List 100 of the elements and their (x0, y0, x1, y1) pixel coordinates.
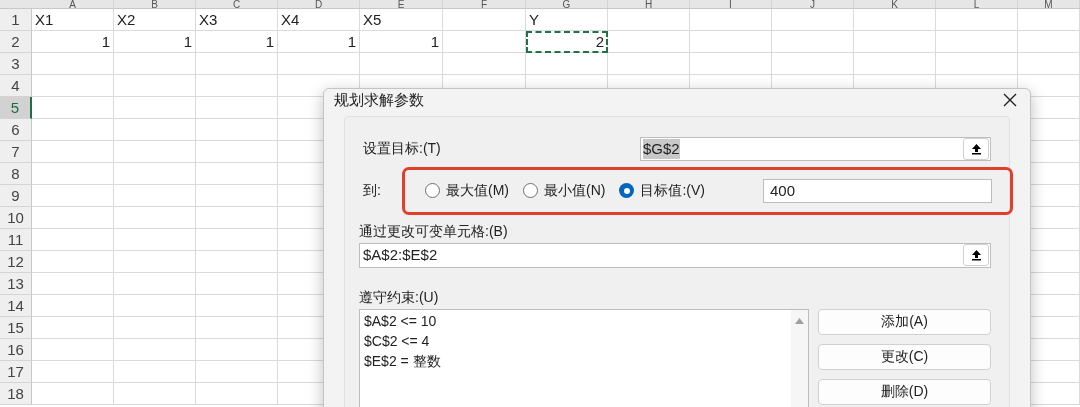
sheet-cell[interactable] (114, 229, 196, 251)
sheet-cell[interactable]: 2 (526, 31, 608, 53)
sheet-cell[interactable]: Y (526, 9, 608, 31)
sheet-cell[interactable] (114, 185, 196, 207)
sheet-cell[interactable]: X5 (360, 9, 443, 31)
constraints-list[interactable]: $A$2 <= 10 $C$2 <= 4 $E$2 = 整数 (359, 308, 809, 407)
sheet-cell[interactable]: 1 (32, 31, 114, 53)
sheet-cell[interactable] (32, 295, 114, 317)
sheet-cell[interactable] (772, 53, 854, 75)
target-value-field[interactable]: 400 (763, 178, 992, 203)
sheet-cell[interactable] (114, 163, 196, 185)
sheet-cell[interactable] (196, 273, 278, 295)
column-header[interactable]: F (443, 0, 526, 8)
sheet-cell[interactable]: 1 (196, 31, 278, 53)
row-header[interactable]: 18 (0, 383, 32, 405)
collapse-button[interactable] (963, 137, 989, 160)
sheet-cell[interactable] (196, 251, 278, 273)
row-header[interactable]: 16 (0, 339, 32, 361)
constraint-item[interactable]: $E$2 = 整数 (364, 350, 791, 371)
sheet-cell[interactable] (114, 317, 196, 339)
sheet-cell[interactable] (32, 229, 114, 251)
sheet-cell[interactable]: X3 (196, 9, 278, 31)
sheet-cell[interactable] (690, 53, 772, 75)
sheet-cell[interactable] (443, 31, 526, 53)
row-header[interactable]: 12 (0, 251, 32, 273)
column-header[interactable]: A (32, 0, 114, 8)
sheet-cell[interactable] (114, 383, 196, 405)
sheet-cell[interactable] (114, 273, 196, 295)
sheet-cell[interactable]: X4 (278, 9, 360, 31)
sheet-cell[interactable] (32, 119, 114, 141)
column-header[interactable]: J (772, 0, 854, 8)
row-header[interactable]: 11 (0, 229, 32, 251)
sheet-cell[interactable] (854, 31, 936, 53)
collapse-button[interactable] (963, 244, 989, 266)
sheet-cell[interactable] (32, 185, 114, 207)
sheet-cell[interactable] (32, 383, 114, 405)
sheet-cell[interactable] (196, 207, 278, 229)
sheet-cell[interactable] (196, 75, 278, 97)
row-header[interactable]: 8 (0, 163, 32, 185)
sheet-cell[interactable] (608, 9, 690, 31)
sheet-cell[interactable] (32, 361, 114, 383)
sheet-cell[interactable] (196, 119, 278, 141)
sheet-cell[interactable] (1018, 53, 1080, 75)
sheet-cell[interactable] (854, 53, 936, 75)
sheet-cell[interactable] (690, 31, 772, 53)
sheet-cell[interactable] (278, 53, 360, 75)
sheet-cell[interactable] (32, 273, 114, 295)
row-header[interactable]: 2 (0, 31, 32, 53)
sheet-cell[interactable] (854, 9, 936, 31)
sheet-cell[interactable] (936, 31, 1018, 53)
sheet-cell[interactable] (114, 339, 196, 361)
sheet-cell[interactable] (32, 141, 114, 163)
sheet-cell[interactable] (114, 361, 196, 383)
action-button[interactable]: 删除(D) (818, 378, 991, 405)
sheet-cell[interactable] (196, 361, 278, 383)
sheet-cell[interactable] (32, 317, 114, 339)
row-header[interactable]: 6 (0, 119, 32, 141)
sheet-cell[interactable] (114, 251, 196, 273)
column-header[interactable]: D (278, 0, 360, 8)
sheet-cell[interactable] (936, 9, 1018, 31)
column-header[interactable]: B (114, 0, 196, 8)
sheet-cell[interactable]: 1 (278, 31, 360, 53)
sheet-cell[interactable] (32, 53, 114, 75)
row-header[interactable]: 17 (0, 361, 32, 383)
sheet-cell[interactable] (196, 229, 278, 251)
sheet-cell[interactable] (526, 53, 608, 75)
row-header[interactable]: 10 (0, 207, 32, 229)
sheet-cell[interactable] (360, 53, 443, 75)
sheet-cell[interactable] (196, 317, 278, 339)
sheet-cell[interactable] (32, 207, 114, 229)
row-header[interactable]: 1 (0, 9, 32, 31)
sheet-cell[interactable] (114, 119, 196, 141)
radio-option[interactable]: 最小值(N) (523, 180, 606, 201)
sheet-cell[interactable] (196, 339, 278, 361)
row-header[interactable]: 7 (0, 141, 32, 163)
sheet-cell[interactable]: 1 (360, 31, 443, 53)
sheet-cell[interactable] (196, 383, 278, 405)
sheet-cell[interactable] (196, 97, 278, 119)
sheet-cell[interactable] (114, 295, 196, 317)
sheet-cell[interactable] (196, 185, 278, 207)
changing-cells-field[interactable]: $A$2:$E$2 (359, 242, 991, 268)
sheet-cell[interactable] (196, 53, 278, 75)
sheet-cell[interactable] (772, 31, 854, 53)
row-header[interactable]: 14 (0, 295, 32, 317)
sheet-cell[interactable] (32, 97, 114, 119)
sheet-cell[interactable] (114, 141, 196, 163)
action-button[interactable]: 更改(C) (818, 343, 991, 370)
sheet-cell[interactable] (114, 97, 196, 119)
column-header[interactable]: K (854, 0, 936, 8)
constraint-item[interactable]: $A$2 <= 10 (364, 310, 791, 331)
column-header[interactable]: H (608, 0, 690, 8)
sheet-cell[interactable]: X1 (32, 9, 114, 31)
row-header[interactable]: 4 (0, 75, 32, 97)
column-header[interactable]: I (690, 0, 772, 8)
sheet-cell[interactable] (936, 53, 1018, 75)
sheet-cell[interactable] (1018, 31, 1080, 53)
row-header[interactable]: 15 (0, 317, 32, 339)
sheet-cell[interactable] (114, 53, 196, 75)
sheet-cell[interactable] (32, 339, 114, 361)
row-header[interactable]: 13 (0, 273, 32, 295)
